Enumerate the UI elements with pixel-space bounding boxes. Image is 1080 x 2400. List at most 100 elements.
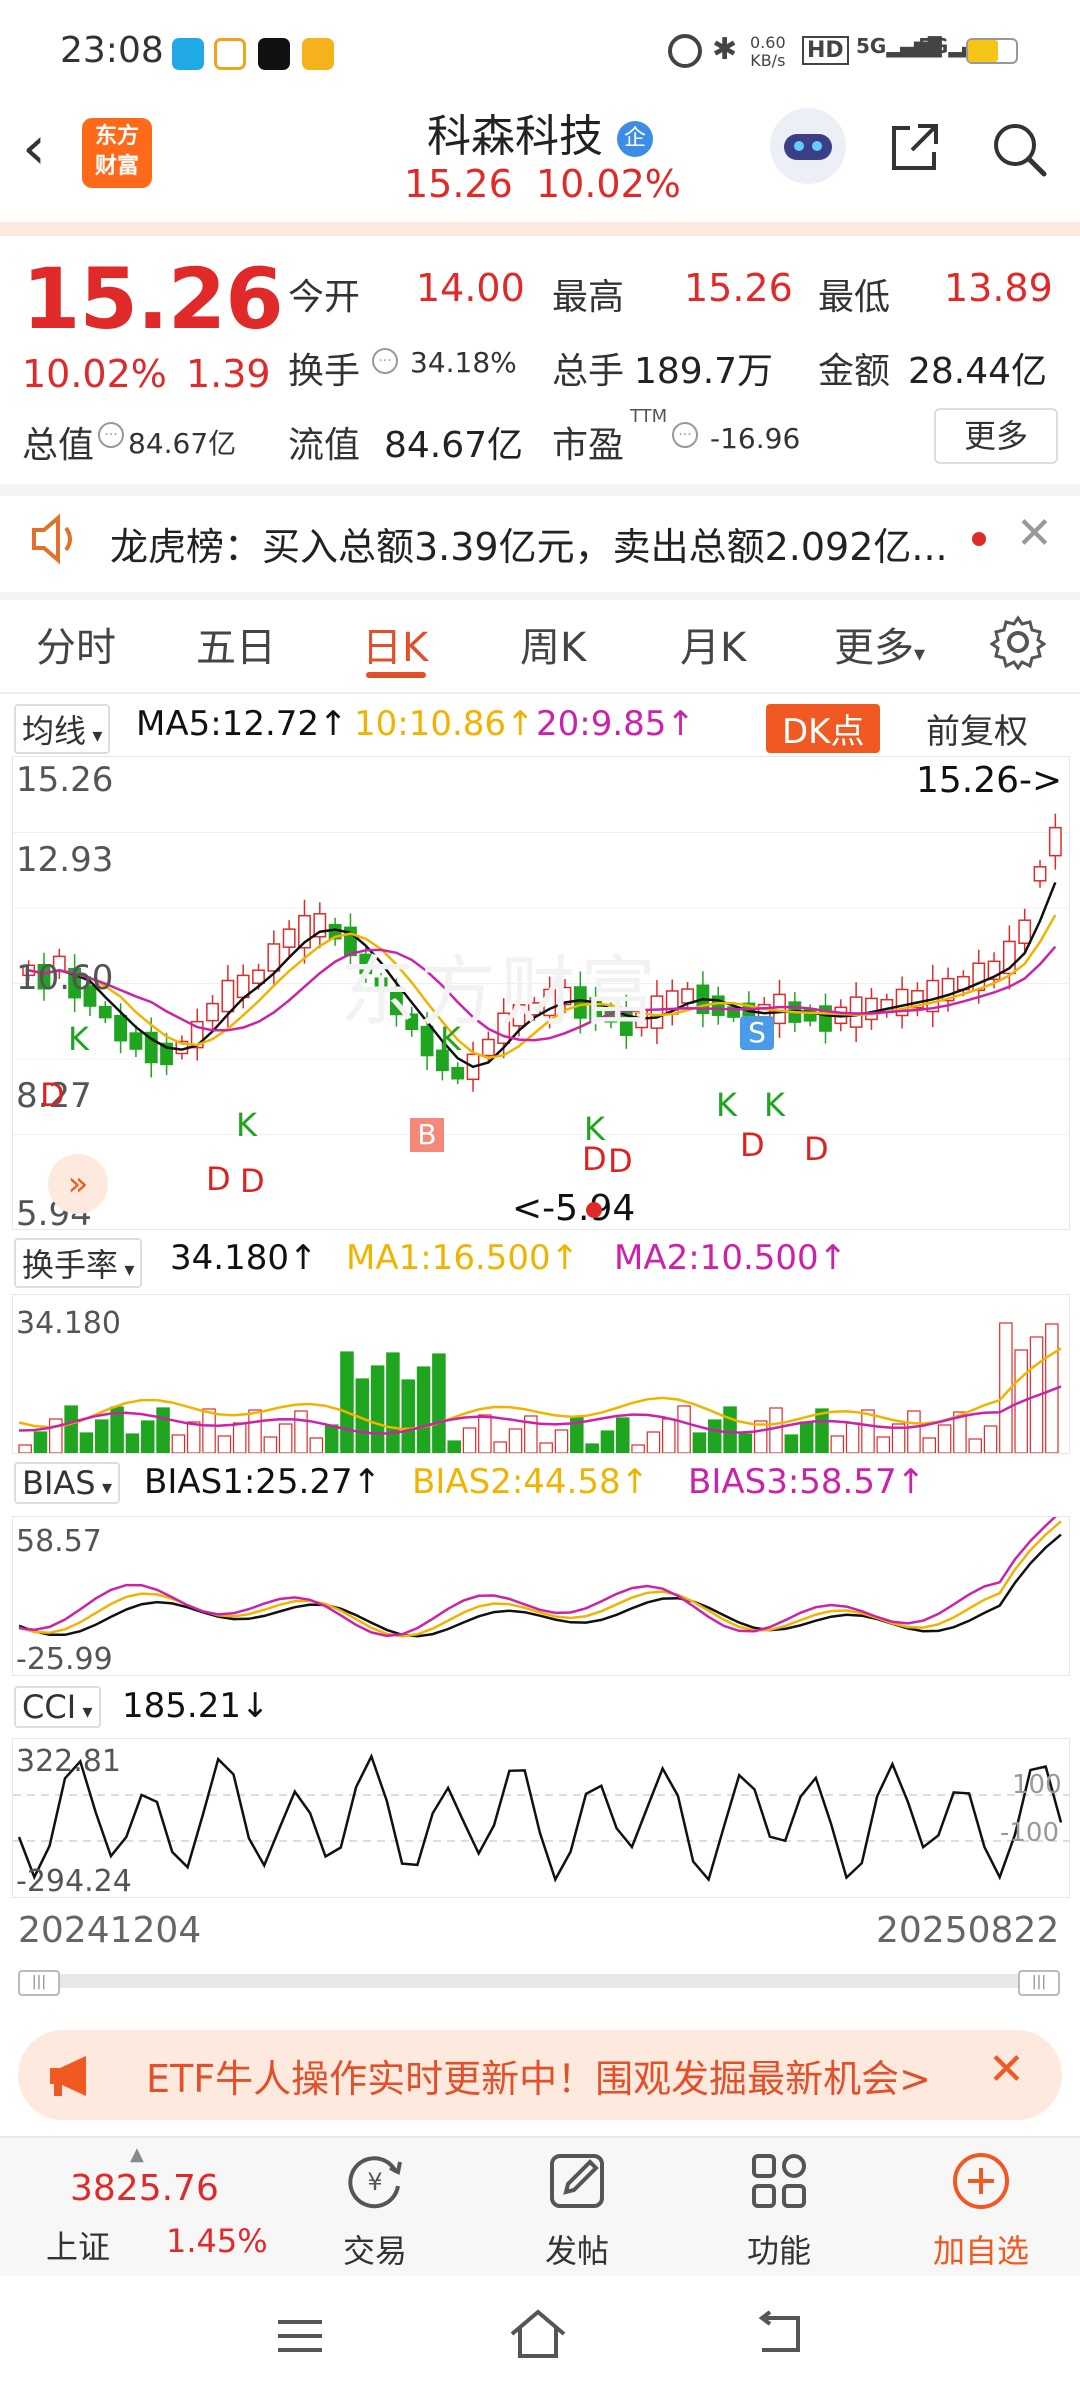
kline-candle xyxy=(451,1066,465,1080)
trade-icon[interactable]: ¥ xyxy=(344,2150,406,2212)
bias-indicator-select[interactable]: BIAS ▾ xyxy=(14,1462,120,1504)
tab-more[interactable]: 更多▾ xyxy=(834,615,925,673)
turnover-chart[interactable] xyxy=(12,1294,1070,1454)
turnover-bar xyxy=(677,1405,691,1453)
cci-svg xyxy=(13,1753,1069,1883)
hd-icon: HD xyxy=(802,36,849,65)
post-label[interactable]: 发帖 xyxy=(532,2226,622,2272)
promo-banner-text[interactable]: ETF牛人操作实时更新中！围观发掘最新机会> xyxy=(146,2048,931,2103)
kline-candle xyxy=(221,979,235,1013)
collapse-arrow-icon[interactable]: ▲ xyxy=(130,2144,144,2165)
turnover-bar xyxy=(830,1435,845,1453)
unread-dot xyxy=(972,532,986,546)
ma-indicator-select[interactable]: 均线 ▾ xyxy=(14,704,111,754)
ma5-label: MA5:12.72↑ xyxy=(136,704,348,744)
turnover-bar xyxy=(707,1419,722,1453)
amount-label: 金额 xyxy=(818,351,891,392)
kline-candle xyxy=(98,1005,112,1019)
turnover-bar xyxy=(217,1435,232,1453)
share-icon[interactable] xyxy=(888,120,942,174)
turnover-bar xyxy=(876,1436,891,1453)
turnover-bar xyxy=(861,1409,875,1453)
turnover-bar xyxy=(616,1417,630,1453)
signal-buy-b[interactable]: B xyxy=(410,1118,444,1152)
settings-gear-icon[interactable] xyxy=(989,614,1047,671)
banner-close-icon[interactable]: ✕ xyxy=(988,2044,1025,2095)
info-icon[interactable]: ··· xyxy=(372,348,398,374)
megaphone-icon xyxy=(46,2054,98,2098)
y-axis-label: 12.93 xyxy=(16,840,114,880)
kline-candle xyxy=(206,1002,219,1022)
turnover-bar xyxy=(845,1422,860,1453)
kline-candle xyxy=(1018,919,1032,944)
add-watchlist-icon[interactable] xyxy=(950,2150,1012,2212)
bias-svg xyxy=(18,1517,1062,1638)
tab-monthly-k[interactable]: 月K xyxy=(680,615,746,673)
dk-points-button[interactable]: DK点 xyxy=(766,704,881,753)
turnover-bar xyxy=(202,1408,216,1453)
robot-assistant-icon[interactable] xyxy=(770,108,846,184)
turnover-y-top: 34.180 xyxy=(16,1306,121,1341)
post-icon[interactable] xyxy=(546,2150,608,2212)
divider xyxy=(0,692,1080,694)
turnover-bar xyxy=(95,1419,109,1453)
ma10-label: 10:10.86↑ xyxy=(354,704,535,744)
tab-intraday[interactable]: 分时 xyxy=(36,615,116,673)
turnover-bar xyxy=(493,1441,507,1453)
add-watchlist-label[interactable]: 加自选 xyxy=(926,2226,1036,2272)
mktcap-label: 总值 xyxy=(22,425,95,466)
signal-sell-s[interactable]: S xyxy=(740,1016,774,1050)
turnover-bar xyxy=(156,1407,170,1453)
app-icon-a xyxy=(172,38,204,70)
turnover-bar xyxy=(125,1433,140,1453)
battery-icon xyxy=(966,38,1018,64)
mktcap-value: 84.67亿 xyxy=(128,427,237,460)
expand-arrows-icon[interactable]: » xyxy=(48,1154,108,1214)
bias3-label: BIAS3:58.57↑ xyxy=(688,1462,926,1502)
kline-candle xyxy=(267,943,281,972)
home-icon[interactable] xyxy=(508,2308,568,2360)
cci-chart[interactable] xyxy=(12,1738,1070,1898)
range-scroll-track[interactable] xyxy=(18,1974,1058,1988)
float-value: 84.67亿 xyxy=(384,425,524,466)
turnover-indicator-select[interactable]: 换手率 ▾ xyxy=(14,1238,143,1288)
kline-candle xyxy=(865,997,878,1021)
range-handle-right[interactable]: ||| xyxy=(1018,1970,1060,1996)
forward-adjust-button[interactable]: 前复权 xyxy=(926,704,1028,753)
trade-label[interactable]: 交易 xyxy=(330,2226,420,2272)
bias-chart[interactable] xyxy=(12,1516,1070,1676)
functions-grid-icon[interactable] xyxy=(748,2150,810,2212)
functions-label[interactable]: 功能 xyxy=(734,2226,824,2272)
back-nav-icon[interactable] xyxy=(754,2310,804,2358)
range-handle-left[interactable]: ||| xyxy=(18,1970,60,1996)
amount-value: 28.44亿 xyxy=(908,351,1048,392)
search-icon[interactable] xyxy=(990,120,1050,180)
tab-daily-k[interactable]: 日K xyxy=(362,615,428,673)
close-icon[interactable]: ✕ xyxy=(1016,508,1053,559)
more-button[interactable]: 更多 xyxy=(934,408,1058,464)
index-value[interactable]: 3825.76 xyxy=(70,2168,219,2209)
info-icon[interactable]: ··· xyxy=(672,422,698,448)
info-icon[interactable]: ··· xyxy=(98,422,124,448)
event-dot[interactable] xyxy=(586,1202,602,1218)
change-abs: 1.39 xyxy=(186,352,271,396)
menu-icon[interactable] xyxy=(276,2316,324,2356)
tab-five-day[interactable]: 五日 xyxy=(196,615,276,673)
index-name[interactable]: 上证 xyxy=(46,2222,110,2268)
status-time: 23:08 xyxy=(60,30,164,71)
turnover-bar xyxy=(432,1353,446,1453)
signal-d: D xyxy=(582,1140,607,1178)
kline-candle xyxy=(773,993,786,1025)
pe-ttm: TTM xyxy=(630,406,668,427)
volume-value: 189.7万 xyxy=(634,351,774,392)
cci-indicator-select[interactable]: CCI ▾ xyxy=(14,1686,101,1728)
indicator-line xyxy=(18,1533,1062,1638)
app-icon-b xyxy=(214,38,246,70)
turnover-bar xyxy=(447,1440,461,1453)
dragon-tiger-notice[interactable]: 龙虎榜：买入总额3.39亿元，卖出总额2.092亿... xyxy=(110,516,948,571)
turnover-bar xyxy=(186,1421,201,1453)
tab-weekly-k[interactable]: 周K xyxy=(520,615,586,673)
turnover-bar xyxy=(171,1434,186,1453)
index-change[interactable]: 1.45% xyxy=(166,2222,268,2260)
quote-band xyxy=(0,222,1080,236)
